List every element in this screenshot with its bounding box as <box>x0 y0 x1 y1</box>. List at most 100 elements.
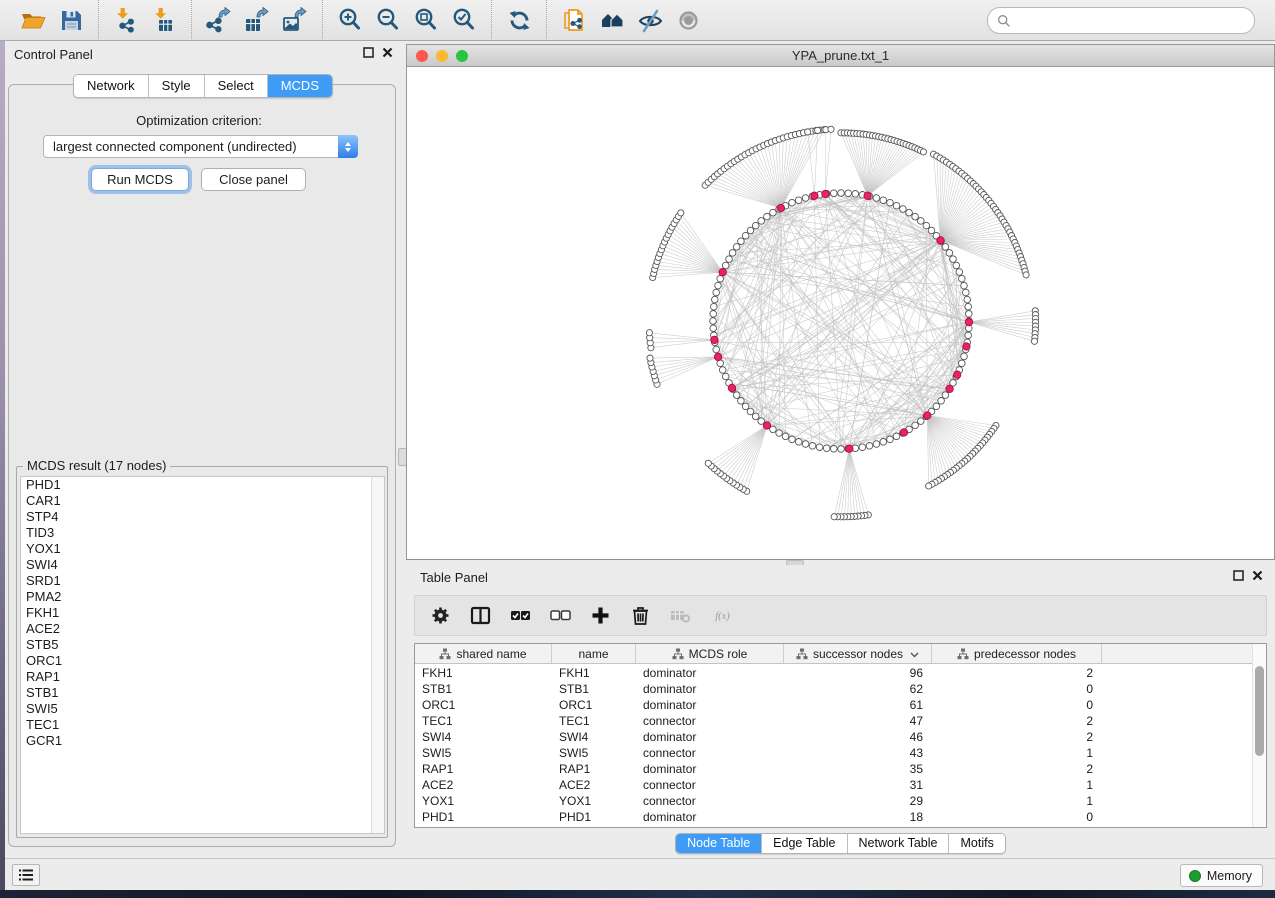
network-node[interactable] <box>823 445 830 452</box>
network-node[interactable] <box>964 296 971 303</box>
network-hub-node[interactable] <box>937 237 944 244</box>
cell-successor-nodes[interactable]: 35 <box>784 761 932 777</box>
close-table-panel-icon[interactable] <box>1252 570 1263 581</box>
network-node[interactable] <box>887 436 894 443</box>
cell-predecessor-nodes[interactable]: 0 <box>932 809 1102 825</box>
deselect-all-button[interactable] <box>547 603 573 629</box>
cell-predecessor-nodes[interactable]: 1 <box>932 777 1102 793</box>
cell-successor-nodes[interactable]: 62 <box>784 681 932 697</box>
network-node[interactable] <box>845 190 852 197</box>
cell-name[interactable]: YOX1 <box>552 793 636 809</box>
network-leaf-node[interactable] <box>647 355 653 361</box>
cell-shared-name[interactable]: RAP1 <box>415 761 552 777</box>
mcds-result-item[interactable]: STB1 <box>21 685 384 701</box>
mcds-result-item[interactable]: SWI4 <box>21 557 384 573</box>
network-node[interactable] <box>963 289 970 296</box>
search-box[interactable] <box>987 7 1255 34</box>
table-tab-edge-table[interactable]: Edge Table <box>761 834 846 853</box>
tab-mcds[interactable]: MCDS <box>267 75 332 97</box>
cell-predecessor-nodes[interactable]: 0 <box>932 681 1102 697</box>
trash-button[interactable] <box>627 603 653 629</box>
mcds-result-item[interactable]: SWI5 <box>21 701 384 717</box>
column-header-successor-nodes[interactable]: successor nodes <box>784 644 932 664</box>
mcds-list-scrollbar[interactable] <box>371 477 384 833</box>
cell-MCDS-role[interactable]: connector <box>636 745 784 761</box>
network-leaf-node[interactable] <box>1023 272 1029 278</box>
mcds-result-item[interactable]: STP4 <box>21 509 384 525</box>
share-document-button[interactable] <box>555 4 593 36</box>
network-node[interactable] <box>873 441 880 448</box>
network-hub-node[interactable] <box>719 269 726 276</box>
table-row-ORC1[interactable]: ORC1ORC1dominator610 <box>415 697 1266 713</box>
table-row-YOX1[interactable]: YOX1YOX1connector291 <box>415 793 1266 809</box>
cell-shared-name[interactable]: FKH1 <box>415 665 552 681</box>
network-node[interactable] <box>770 209 777 216</box>
network-node[interactable] <box>752 413 759 420</box>
network-node[interactable] <box>795 197 802 204</box>
cell-MCDS-role[interactable]: dominator <box>636 665 784 681</box>
cell-MCDS-role[interactable]: dominator <box>636 681 784 697</box>
network-node[interactable] <box>965 332 972 339</box>
level-of-detail-button[interactable] <box>631 4 669 36</box>
table-row-ACE2[interactable]: ACE2ACE2connector311 <box>415 777 1266 793</box>
network-node[interactable] <box>959 275 966 282</box>
network-node[interactable] <box>953 262 960 269</box>
mcds-result-item[interactable]: CAR1 <box>21 493 384 509</box>
network-node[interactable] <box>738 238 745 245</box>
table-row-TEC1[interactable]: TEC1TEC1connector472 <box>415 713 1266 729</box>
cell-MCDS-role[interactable]: dominator <box>636 697 784 713</box>
cell-predecessor-nodes[interactable]: 1 <box>932 745 1102 761</box>
network-hub-node[interactable] <box>846 445 853 452</box>
cell-successor-nodes[interactable]: 43 <box>784 745 932 761</box>
cell-MCDS-role[interactable]: dominator <box>636 761 784 777</box>
cell-name[interactable]: PHD1 <box>552 809 636 825</box>
tab-select[interactable]: Select <box>204 75 267 97</box>
cell-predecessor-nodes[interactable]: 2 <box>932 729 1102 745</box>
network-leaf-node[interactable] <box>805 129 811 135</box>
network-node[interactable] <box>942 392 949 399</box>
table-row-SWI4[interactable]: SWI4SWI4dominator462 <box>415 729 1266 745</box>
network-node[interactable] <box>852 191 859 198</box>
cell-predecessor-nodes[interactable]: 0 <box>932 697 1102 713</box>
network-node[interactable] <box>950 256 957 263</box>
open-file-button[interactable] <box>14 4 52 36</box>
network-node[interactable] <box>764 213 771 220</box>
cell-successor-nodes[interactable]: 61 <box>784 697 932 713</box>
cell-MCDS-role[interactable]: connector <box>636 713 784 729</box>
network-node[interactable] <box>961 353 968 360</box>
network-node[interactable] <box>918 218 925 225</box>
network-node[interactable] <box>742 403 749 410</box>
network-node[interactable] <box>946 250 953 257</box>
network-node[interactable] <box>733 392 740 399</box>
network-node[interactable] <box>838 446 845 453</box>
close-panel-icon[interactable] <box>382 47 393 58</box>
mcds-result-list[interactable]: PHD1CAR1STP4TID3YOX1SWI4SRD1PMA2FKH1ACE2… <box>20 476 385 834</box>
table-row-RAP1[interactable]: RAP1RAP1dominator352 <box>415 761 1266 777</box>
network-node[interactable] <box>802 441 809 448</box>
network-node[interactable] <box>866 443 873 450</box>
network-node[interactable] <box>710 325 717 332</box>
network-leaf-node[interactable] <box>1031 338 1037 344</box>
network-node[interactable] <box>887 199 894 206</box>
cell-shared-name[interactable]: ACE2 <box>415 777 552 793</box>
mcds-result-item[interactable]: ACE2 <box>21 621 384 637</box>
network-node[interactable] <box>961 282 968 289</box>
network-hub-node[interactable] <box>965 318 972 325</box>
window-minimize-icon[interactable] <box>436 50 448 62</box>
cell-MCDS-role[interactable]: connector <box>636 777 784 793</box>
cell-shared-name[interactable]: PHD1 <box>415 809 552 825</box>
mcds-result-item[interactable]: TID3 <box>21 525 384 541</box>
network-node[interactable] <box>959 360 966 367</box>
network-node[interactable] <box>880 439 887 446</box>
mcds-result-item[interactable]: FKH1 <box>21 605 384 621</box>
tab-style[interactable]: Style <box>148 75 204 97</box>
refresh-layout-button[interactable] <box>500 4 538 36</box>
network-hub-node[interactable] <box>777 204 784 211</box>
import-network-button[interactable] <box>107 4 145 36</box>
cell-MCDS-role[interactable]: connector <box>636 793 784 809</box>
table-scrollbar-thumb[interactable] <box>1255 666 1264 756</box>
mcds-result-item[interactable]: STB5 <box>21 637 384 653</box>
cell-name[interactable]: ORC1 <box>552 697 636 713</box>
table-tab-network-table[interactable]: Network Table <box>847 834 949 853</box>
cell-shared-name[interactable]: SWI4 <box>415 729 552 745</box>
